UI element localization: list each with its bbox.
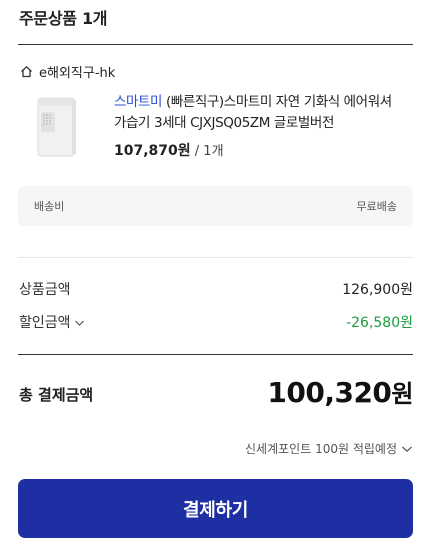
total-amount: 100,320원 (267, 374, 413, 409)
chevron-down-icon (401, 442, 413, 456)
discount-label: 할인금액 (19, 315, 71, 331)
product-thumbnail[interactable] (20, 92, 110, 162)
points-row[interactable]: 신세계포인트 100원 적립예정 (245, 440, 413, 457)
order-items-title: 주문상품 1개 (19, 9, 108, 28)
chevron-down-icon (74, 315, 85, 331)
product-quantity: / 1개 (190, 144, 224, 159)
product-amount-value: 126,900원 (342, 282, 413, 298)
total-unit: 원 (391, 380, 413, 408)
product-brand[interactable]: 스마트미 (114, 94, 162, 110)
product-amount-row: 상품금액 126,900원 (19, 279, 413, 299)
home-icon (20, 65, 33, 78)
humidifier-image (37, 97, 76, 157)
shipping-label: 배송비 (34, 200, 65, 213)
product-price-row: 107,870원 / 1개 (114, 140, 410, 160)
seller-name: e해외직구-hk (39, 66, 116, 81)
total-divider (18, 354, 413, 355)
product-name[interactable]: 스마트미 (빠른직구)스마트미 자연 기화식 에어워셔 가습기 3세대 CJXJ… (114, 92, 410, 134)
points-text: 신세계포인트 100원 적립예정 (245, 442, 397, 456)
shipping-value: 무료배송 (356, 200, 397, 213)
summary-divider (18, 257, 413, 258)
pay-button[interactable]: 결제하기 (18, 479, 413, 538)
total-label: 총 결제금액 (19, 386, 94, 404)
discount-value: -26,580원 (346, 315, 413, 331)
shipping-fee-box: 배송비 무료배송 (18, 186, 413, 226)
seller-row: e해외직구-hk (20, 62, 115, 81)
product-amount-label: 상품금액 (19, 282, 71, 298)
header-divider (18, 44, 413, 45)
product-info: 스마트미 (빠른직구)스마트미 자연 기화식 에어워셔 가습기 3세대 CJXJ… (114, 92, 410, 160)
discount-amount-row[interactable]: 할인금액 -26,580원 (19, 312, 413, 332)
discount-toggle[interactable]: 할인금액 (19, 312, 85, 332)
total-value: 100,320 (267, 376, 392, 409)
product-price: 107,870원 (114, 143, 191, 159)
product-item: 스마트미 (빠른직구)스마트미 자연 기화식 에어워셔 가습기 3세대 CJXJ… (18, 88, 413, 168)
